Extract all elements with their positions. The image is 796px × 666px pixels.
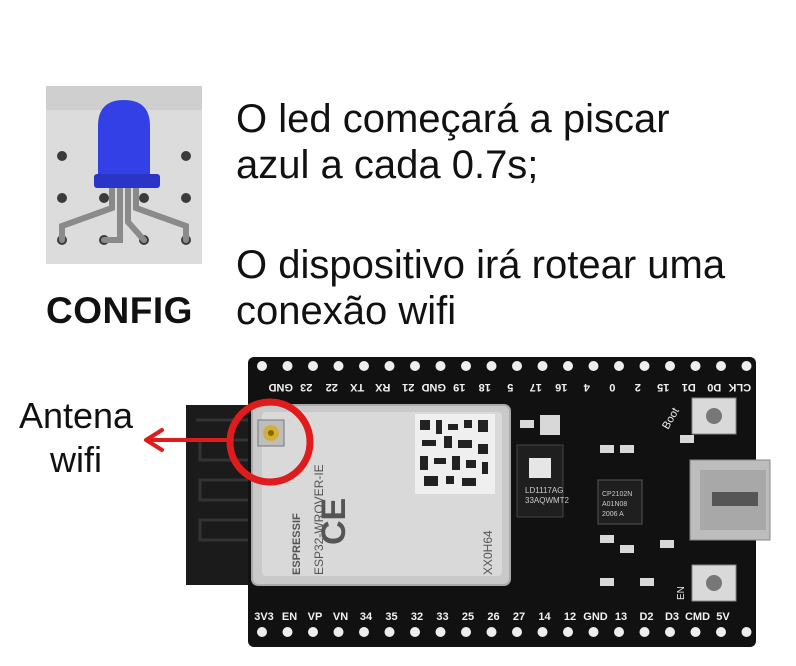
esp32-board: CE ESPRESSIF ESP32-WROVER-IE XX0H64 LD11… [144, 357, 771, 647]
header-pin [308, 361, 318, 371]
top-pin-label: 22 [326, 381, 338, 393]
header-pin [282, 627, 293, 637]
bottom-pin-label: VP [308, 611, 323, 623]
header-pin [257, 627, 267, 637]
top-pin-label: D1 [682, 381, 696, 393]
header-pin [716, 361, 726, 371]
top-pin-label: 0 [609, 381, 615, 393]
header-pin [282, 361, 293, 371]
module-brand: ESPRESSIF [291, 513, 303, 575]
header-pin [716, 627, 726, 637]
header-pin [359, 361, 369, 371]
voltage-regulator [516, 444, 564, 518]
top-pin-label: RX [374, 381, 390, 393]
header-pin [384, 627, 395, 637]
header-pin [435, 627, 446, 637]
regulator-label-2: 33AQWMT2 [525, 496, 570, 505]
header-pin [639, 627, 650, 637]
bottom-pin-label: 34 [360, 611, 373, 623]
regulator-label-1: LD1117AG [525, 486, 563, 495]
boot-button[interactable] [691, 397, 737, 435]
header-pin [359, 627, 369, 637]
bottom-pin-label: 27 [513, 611, 525, 623]
header-pin [486, 627, 497, 637]
usb-chip-label-3: 2006 A [602, 511, 624, 518]
top-pin-label: 4 [583, 381, 590, 393]
header-pin [690, 627, 701, 637]
bottom-pin-label: CMD [685, 611, 710, 623]
bottom-pin-label: GND [583, 611, 608, 623]
top-pin-label: D0 [707, 381, 721, 393]
header-pin [614, 627, 624, 637]
header-pin [461, 627, 471, 637]
header-pin [410, 361, 420, 371]
bottom-pin-label: 12 [564, 611, 576, 623]
header-pin [665, 627, 675, 637]
header-pin [435, 361, 446, 371]
top-pin-label: 18 [479, 381, 491, 393]
top-pin-label: 5 [507, 381, 513, 393]
header-pin [512, 627, 522, 637]
header-pin [308, 627, 318, 637]
header-pin [461, 361, 471, 371]
bottom-pin-label: 13 [615, 611, 627, 623]
top-pin-label: GND [421, 381, 446, 393]
header-pin [741, 627, 752, 637]
usb-chip-label-2: A01N08 [602, 501, 627, 508]
top-pin-label: 23 [300, 381, 312, 393]
bottom-pin-label: EN [282, 611, 297, 623]
top-pin-label: 17 [530, 381, 542, 393]
top-pin-label: GND [268, 381, 293, 393]
header-pin [384, 361, 395, 371]
usb-chip-label-1: CP2102N [602, 491, 632, 498]
top-pin-label: TX [350, 381, 365, 393]
bottom-pin-label: 32 [411, 611, 423, 623]
top-pin-label: 15 [657, 381, 669, 393]
micro-usb-port[interactable] [689, 459, 771, 541]
header-pin [537, 627, 548, 637]
header-pin [614, 361, 624, 371]
bottom-pin-label: 14 [538, 611, 551, 623]
bottom-pin-label: 3V3 [254, 611, 274, 623]
module-code: XX0H64 [481, 530, 495, 575]
bottom-pin-label: 33 [436, 611, 448, 623]
top-pin-label: 2 [635, 381, 641, 393]
header-pin [257, 361, 267, 371]
module-model: ESP32-WROVER-IE [312, 464, 326, 575]
header-pin [333, 627, 344, 637]
header-pin [639, 361, 650, 371]
header-pin [563, 361, 573, 371]
bottom-pin-label: 35 [385, 611, 397, 623]
header-pin [741, 361, 752, 371]
header-pin [486, 361, 497, 371]
header-pin [333, 361, 344, 371]
bottom-pin-label: VN [333, 611, 348, 623]
header-pin [410, 627, 420, 637]
en-label: EN [676, 586, 687, 600]
header-pin [537, 361, 548, 371]
header-pin [690, 361, 701, 371]
header-pin [563, 627, 573, 637]
bottom-pin-label: D3 [665, 611, 679, 623]
header-pin [512, 361, 522, 371]
en-button[interactable] [691, 564, 737, 602]
bottom-pin-label: 5V [716, 611, 730, 623]
top-pin-label: 19 [453, 381, 465, 393]
bottom-pin-label: 25 [462, 611, 474, 623]
top-pin-label: CLK [728, 381, 751, 393]
header-pin [665, 361, 675, 371]
header-pin [588, 361, 599, 371]
bottom-pin-label: 26 [487, 611, 499, 623]
top-pin-label: 21 [402, 381, 414, 393]
bottom-pin-label: D2 [639, 611, 653, 623]
top-pin-label: 16 [555, 381, 567, 393]
header-pin [588, 627, 599, 637]
